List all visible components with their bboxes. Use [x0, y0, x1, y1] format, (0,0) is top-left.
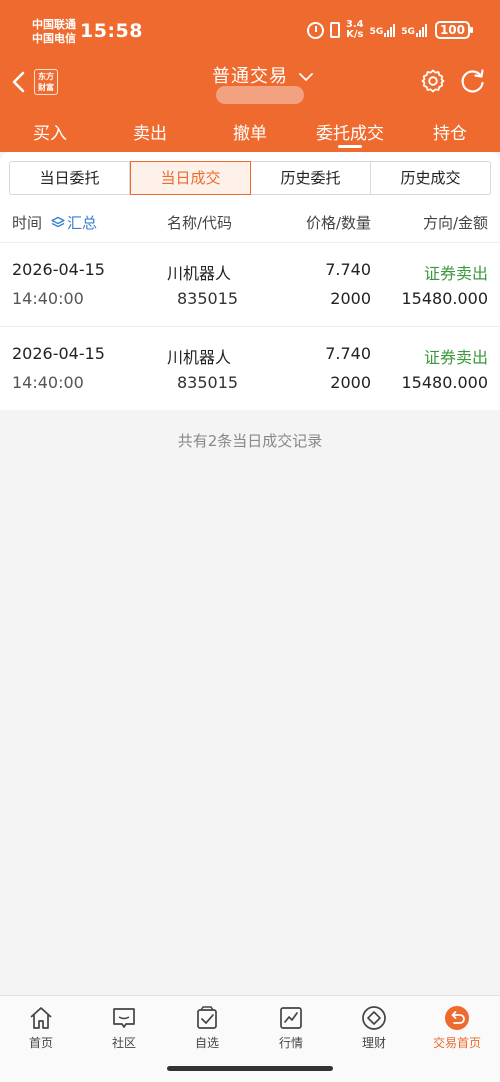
segment-control: 当日委托 当日成交 历史委托 历史成交 [9, 161, 491, 195]
trade-return-icon [445, 1006, 469, 1030]
speed-unit: K/s [346, 29, 364, 40]
trade-date: 2026-04-15 [12, 260, 105, 279]
stock-name: 川机器人 [167, 264, 232, 283]
page-title[interactable]: 普通交易 [212, 62, 288, 88]
content-panel: 当日委托 当日成交 历史委托 历史成交 时间 汇总 名称/代码 价格/数量 方向… [0, 152, 500, 410]
nav-market[interactable]: 行情 [261, 1004, 321, 1051]
header-price-qty: 价格/数量 [305, 214, 371, 232]
trade-quantity: 2000 [330, 289, 371, 308]
status-bar: 中国联通 中国电信 15:58 3.4 K/s 5G 5G 100 [0, 0, 500, 60]
nav-watchlist[interactable]: 自选 [177, 1004, 237, 1051]
diamond-icon [362, 1006, 386, 1030]
refresh-icon[interactable] [459, 68, 487, 94]
signal-bars-icon [415, 23, 427, 37]
trade-time: 14:40:00 [12, 373, 84, 392]
nav-wealth[interactable]: 理财 [344, 1004, 404, 1051]
table-row[interactable]: 2026-04-15 14:40:00 川机器人 835015 7.740 20… [0, 242, 500, 326]
nav-community[interactable]: 社区 [94, 1004, 154, 1051]
nav-trade-home-label: 交易首页 [432, 1036, 481, 1050]
tab-orders-trades[interactable]: 委托成交 [300, 110, 400, 152]
home-indicator[interactable] [167, 1066, 333, 1071]
trade-price: 7.740 [325, 344, 371, 363]
account-redaction [216, 86, 304, 104]
nav-home[interactable]: 首页 [11, 1004, 71, 1051]
summary-toggle[interactable]: 汇总 [51, 212, 97, 233]
stock-code: 835015 [177, 373, 239, 392]
nav-watchlist-label: 自选 [194, 1036, 219, 1050]
network-type-1: 5G [369, 27, 384, 37]
network-speed: 3.4 K/s [346, 20, 364, 40]
status-icons: 3.4 K/s 5G 5G 100 [306, 20, 474, 40]
header-direction-amount: 方向/金额 [422, 214, 488, 232]
carrier-2: 中国电信 [32, 32, 76, 45]
signal-2: 5G [401, 23, 427, 37]
nav-community-label: 社区 [111, 1036, 136, 1050]
segment-today-orders[interactable]: 当日委托 [10, 162, 130, 194]
home-icon [30, 1007, 52, 1029]
chat-bubble-icon [113, 1008, 135, 1028]
nav-home-label: 首页 [28, 1036, 53, 1050]
segment-history-orders[interactable]: 历史委托 [251, 162, 371, 194]
trade-quantity: 2000 [330, 373, 371, 392]
chart-line-icon [280, 1007, 302, 1029]
segment-history-trades[interactable]: 历史成交 [371, 162, 490, 194]
signal-1: 5G [370, 23, 396, 37]
stock-name: 川机器人 [167, 348, 232, 367]
trade-time: 14:40:00 [12, 289, 84, 308]
trade-direction: 证券卖出 [423, 264, 488, 283]
nav-bar: 东方 财富 普通交易 [0, 60, 500, 110]
trade-direction: 证券卖出 [423, 348, 488, 367]
table-row[interactable]: 2026-04-15 14:40:00 川机器人 835015 7.740 20… [0, 326, 500, 410]
vibrate-icon [329, 22, 340, 38]
record-count-note: 共有2条当日成交记录 [177, 432, 323, 450]
network-type-2: 5G [401, 27, 415, 37]
watchlist-icon [197, 1006, 217, 1029]
trade-date: 2026-04-15 [12, 344, 105, 363]
summary-label: 汇总 [67, 214, 98, 232]
nav-trade-home[interactable]: 交易首页 [427, 1004, 487, 1051]
header-name-code: 名称/代码 [167, 214, 233, 232]
tab-positions[interactable]: 持仓 [400, 110, 500, 152]
alarm-icon [306, 21, 324, 39]
battery-indicator: 100 [434, 21, 474, 39]
trade-price: 7.740 [325, 260, 371, 279]
nav-market-label: 行情 [278, 1036, 303, 1050]
segment-today-trades[interactable]: 当日成交 [130, 161, 251, 195]
carrier-info: 中国联通 中国电信 [32, 18, 76, 46]
trade-amount: 15480.000 [401, 289, 488, 308]
tab-sell[interactable]: 卖出 [100, 110, 200, 152]
signal-bars-icon [384, 23, 396, 37]
gear-icon[interactable] [420, 68, 446, 94]
table-header: 时间 汇总 名称/代码 价格/数量 方向/金额 [0, 212, 500, 238]
header-time: 时间 [12, 214, 43, 232]
chevron-down-icon[interactable] [298, 70, 314, 84]
nav-wealth-label: 理财 [361, 1036, 386, 1050]
carrier-1: 中国联通 [32, 18, 76, 31]
trade-amount: 15480.000 [401, 373, 488, 392]
tab-buy[interactable]: 买入 [0, 110, 100, 152]
stock-code: 835015 [177, 289, 239, 308]
tab-cancel-order[interactable]: 撤单 [200, 110, 300, 152]
layers-icon [51, 216, 65, 227]
trade-tabs: 买入 卖出 撤单 委托成交 持仓 [0, 110, 500, 152]
status-clock: 15:58 [80, 20, 143, 42]
